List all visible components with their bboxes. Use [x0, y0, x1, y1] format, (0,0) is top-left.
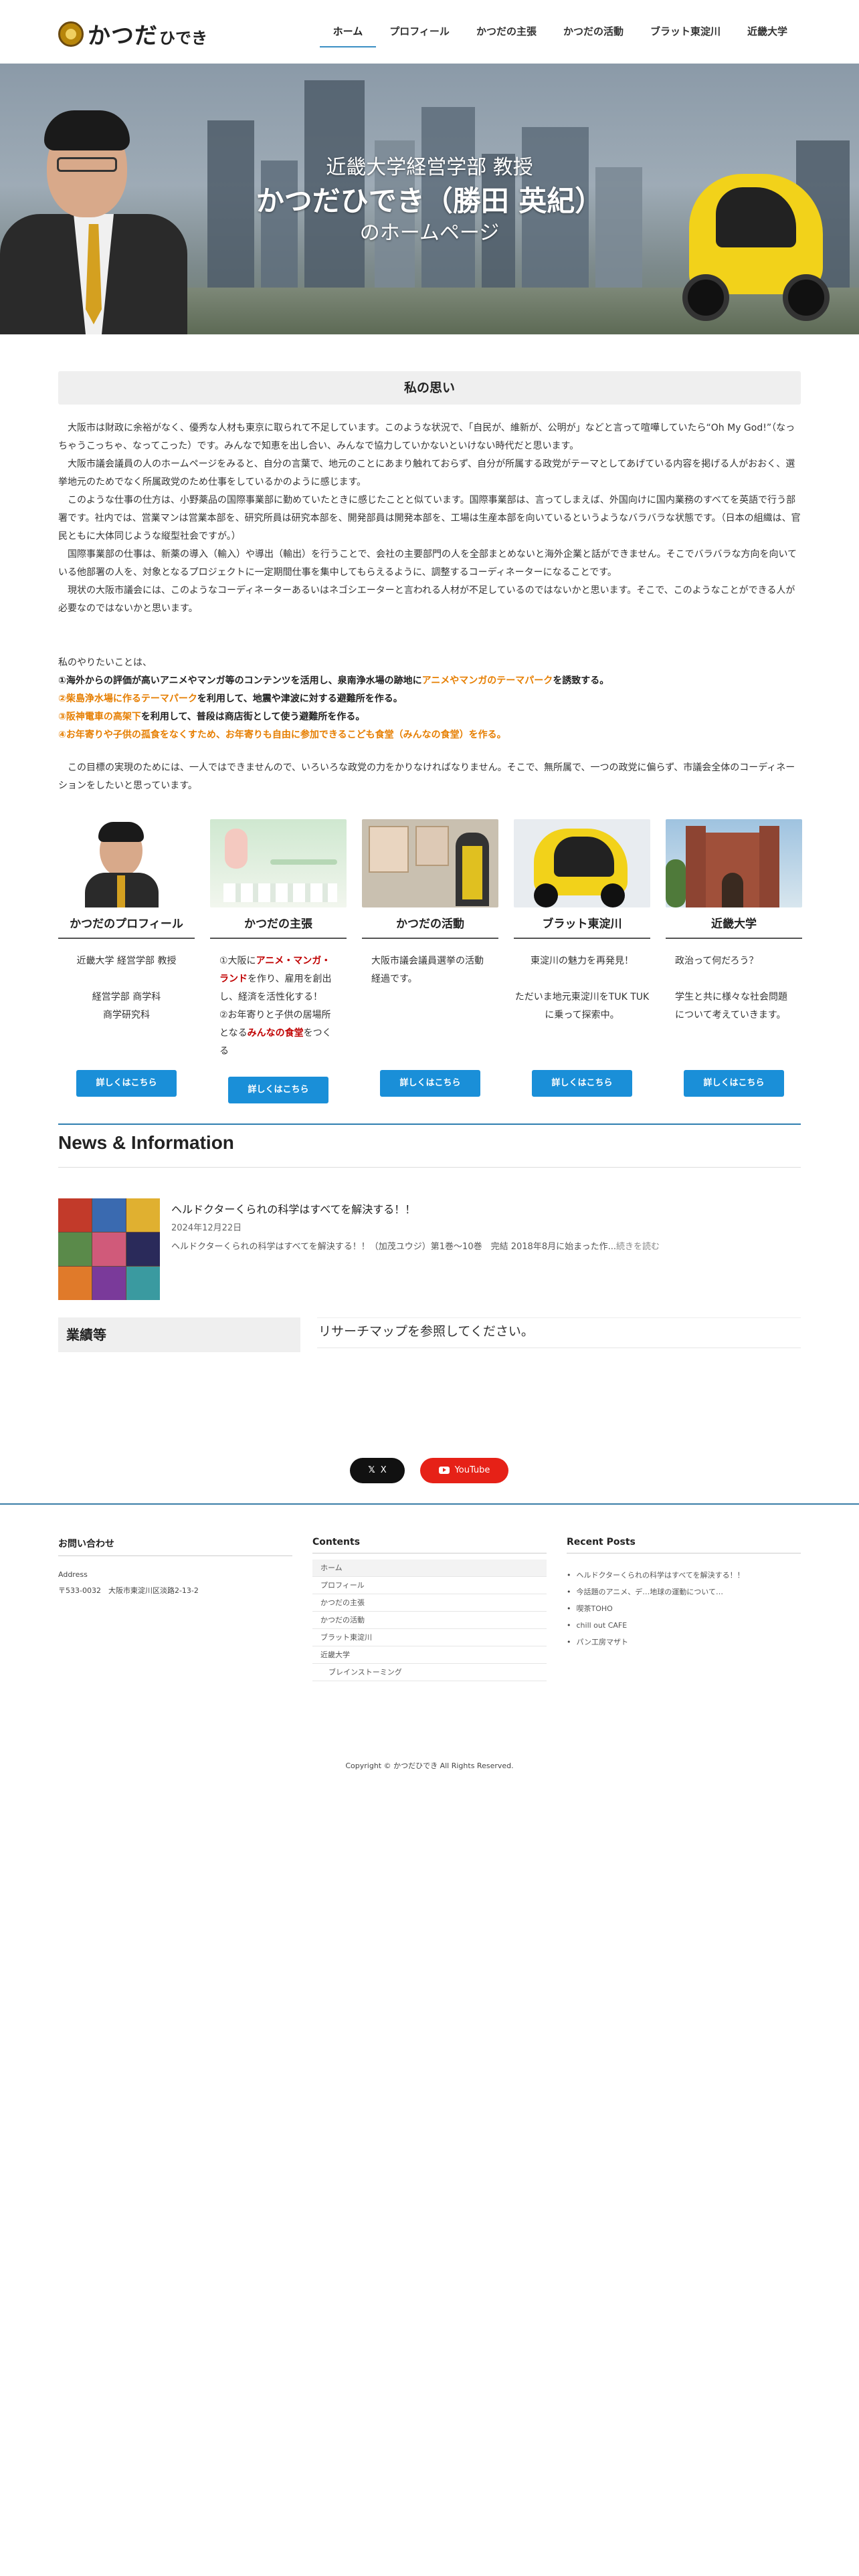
goals-list: 私のやりたいことは、 ①海外からの評価が高いアニメやマンガ等のコンテンツを活用し… [58, 654, 801, 795]
thoughts-paragraph: このような仕事の仕方は、小野薬品の国際事業部に勤めていたときに感じたことと似てい… [58, 495, 801, 542]
footer-menu-higashiyodogawa[interactable]: ブラット東淀川 [312, 1629, 547, 1646]
news-heading: News & Information [58, 1132, 234, 1153]
activities-details-button[interactable]: 詳しくはこちら [380, 1070, 480, 1097]
card-activities-photo [362, 819, 498, 907]
card-opinion-illustration [210, 819, 347, 907]
achievements-heading: 業績等 [58, 1317, 300, 1352]
footer-menu-profile[interactable]: プロフィール [312, 1577, 547, 1594]
nav-item-higashiyodogawa[interactable]: ブラット東淀川 [637, 19, 734, 47]
card-opinion: かつだの主張 ①大阪にアニメ・マンガ・ランドを作り、雇用を創出し、経済を活性化す… [210, 819, 347, 1103]
footer-divider [0, 1503, 859, 1505]
nav-item-kindai[interactable]: 近畿大学 [734, 19, 801, 47]
card-description: 大阪市議会議員選挙の活動経過です。 [371, 956, 484, 984]
goal-item-3: ③阪神電車の高架下を利用して、普段は商店街として使う避難所を作る。 [58, 712, 365, 722]
news-post-title[interactable]: ヘルドクターくられの科学はすべてを解決する！！ [171, 1200, 415, 1216]
thoughts-paragraph: 現状の大阪市議会には、このようなコーディネーターあるいはネゴシエーターと言われる… [58, 585, 795, 614]
site-header: かつだ ひでき ホーム プロフィール かつだの主張 かつだの活動 ブラット東淀川… [0, 0, 859, 64]
x-share-button[interactable]: 𝕏X [350, 1458, 405, 1483]
goals-intro: 私のやりたいことは、 [58, 657, 152, 668]
card-title: 近畿大学 [666, 914, 802, 939]
goal-item-2: ②柴島浄水場に作るテーマパークを利用して、地震や津波に対する避難所を作る。 [58, 693, 403, 704]
thoughts-paragraph: 大阪市は財政に余裕がなく、優秀な人材も東京に取られて不足しています。このような状… [58, 423, 795, 451]
main-nav: ホーム プロフィール かつだの主張 かつだの活動 ブラット東淀川 近畿大学 [319, 19, 801, 47]
card-title: かつだの活動 [362, 914, 498, 939]
profile-details-button[interactable]: 詳しくはこちら [76, 1070, 177, 1097]
footer-menu-brainstorming[interactable]: ブレインストーミング [312, 1664, 547, 1681]
nav-item-home[interactable]: ホーム [319, 19, 377, 47]
news-heading-underline [58, 1167, 801, 1168]
address-label: Address [58, 1570, 88, 1579]
card-activities: かつだの活動 大阪市議会議員選挙の活動経過です。 詳しくはこちら [362, 819, 498, 1097]
logo-subtext: ひでき [159, 29, 207, 47]
x-logo-icon: 𝕏 [368, 1465, 375, 1475]
nav-item-opinion[interactable]: かつだの主張 [463, 19, 550, 47]
card-kindai: 近畿大学 政治って何だろう？ 学生と共に様々な社会問題について考えていきます。 … [666, 819, 802, 1097]
card-title: かつだの主張 [210, 914, 347, 939]
card-higashiyodogawa: ブラット東淀川 東淀川の魅力を再発見！ ただいま地元東淀川をTUK TUKに乗っ… [514, 819, 650, 1097]
news-post-date: 2024年12月22日 [171, 1223, 242, 1233]
achievements-text: リサーチマップを参照してください。 [317, 1317, 801, 1348]
card-description: 近畿大学 経営学部 教授 経営学部 商学科 商学研究科 [76, 956, 177, 1021]
recent-post-link[interactable]: 喫茶TOHO [567, 1600, 801, 1617]
footer-menu-activities[interactable]: かつだの活動 [312, 1612, 547, 1629]
tuktuk-vehicle-image [669, 160, 843, 328]
card-profile-photo [58, 819, 195, 907]
card-title: ブラット東淀川 [514, 914, 650, 939]
recent-posts-list: ヘルドクターくられの科学はすべてを解決する！！ 今話題のアニメ、デ…地球の運動に… [567, 1567, 801, 1650]
logo-text: かつだ [88, 23, 158, 49]
nav-item-activities[interactable]: かつだの活動 [550, 19, 637, 47]
footer-menu-home[interactable]: ホーム [312, 1560, 547, 1577]
footer-menu-opinion[interactable]: かつだの主張 [312, 1594, 547, 1612]
recent-post-link[interactable]: chill out CAFE [567, 1617, 801, 1634]
card-title: かつだのプロフィール [58, 914, 195, 939]
goal-item-1: ①海外からの評価が高いアニメやマンガ等のコンテンツを活用し、泉南浄水場の跡地にア… [58, 675, 609, 686]
news-thumbnail[interactable] [58, 1198, 160, 1300]
card-description: 政治って何だろう？ 学生と共に様々な社会問題について考えていきます。 [675, 956, 787, 1021]
site-logo[interactable]: かつだ ひでき [58, 17, 207, 50]
copyright-text: Copyright © かつだひでき All Rights Reserved. [345, 1761, 514, 1770]
kindai-details-button[interactable]: 詳しくはこちら [684, 1070, 784, 1097]
thoughts-heading: 私の思い [58, 371, 801, 405]
higashiyodogawa-details-button[interactable]: 詳しくはこちら [532, 1070, 632, 1097]
thoughts-closing: この目標の実現のためには、一人ではできませんので、いろいろな政党の力をかりなけれ… [58, 762, 795, 791]
news-divider [58, 1123, 801, 1125]
recent-post-link[interactable]: パン工房マザト [567, 1634, 801, 1650]
thoughts-paragraph: 大阪市議会議員の人のホームページをみると、自分の言葉で、地元のことにあまり触れて… [58, 459, 795, 488]
opinion-details-button[interactable]: 詳しくはこちら [228, 1077, 328, 1103]
card-tuktuk-photo [514, 819, 650, 907]
goal-item-4: ④お年寄りや子供の孤食をなくすため、お年寄りも自由に参加できるこども食堂（みんな… [58, 730, 506, 740]
card-description: ①大阪にアニメ・マンガ・ランドを作り、雇用を創出し、経済を活性化する！ ②お年寄… [219, 956, 332, 1057]
hero-banner: 近畿大学経営学部 教授 かつだひでき（勝田 英紀） のホームページ [0, 64, 859, 334]
recent-post-link[interactable]: ヘルドクターくられの科学はすべてを解決する！！ [567, 1567, 801, 1584]
thoughts-body: 大阪市は財政に余裕がなく、優秀な人材も東京に取られて不足しています。このような状… [58, 419, 801, 618]
youtube-logo-icon [438, 1467, 450, 1474]
nav-item-profile[interactable]: プロフィール [376, 19, 463, 47]
read-more-link[interactable]: 続きを読む [616, 1242, 660, 1252]
contact-heading: お問い合わせ [58, 1537, 292, 1556]
youtube-button[interactable]: YouTube [420, 1458, 508, 1483]
card-description: 東淀川の魅力を再発見！ ただいま地元東淀川をTUK TUKに乗って探索中。 [514, 956, 650, 1021]
recent-post-link[interactable]: 今話題のアニメ、デ…地球の運動について… [567, 1584, 801, 1600]
logo-emblem-icon [58, 21, 84, 47]
thoughts-paragraph: 国際事業部の仕事は、新薬の導入（輸入）や導出（輸出）を行うことで、会社の主要部門… [58, 549, 797, 578]
footer-menu-kindai[interactable]: 近畿大学 [312, 1646, 547, 1664]
card-profile: かつだのプロフィール 近畿大学 経営学部 教授 経営学部 商学科 商学研究科 詳… [58, 819, 195, 1097]
footer-menu: ホーム プロフィール かつだの主張 かつだの活動 ブラット東淀川 近畿大学 ブレ… [312, 1560, 547, 1681]
address-text: 〒533-0032 大阪市東淀川区淡路2-13-2 [58, 1586, 199, 1595]
news-post-excerpt: ヘルドクターくられの科学はすべてを解決する！！（加茂ユウジ）第1巻～10巻 完結… [171, 1242, 660, 1252]
contents-heading: Contents [312, 1537, 547, 1553]
recent-posts-heading: Recent Posts [567, 1537, 801, 1553]
card-university-photo [666, 819, 802, 907]
